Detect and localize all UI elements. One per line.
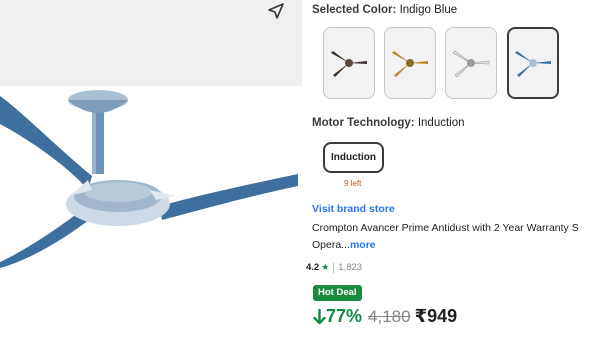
more-link[interactable]: more (350, 239, 376, 251)
star-icon: ★ (321, 262, 330, 272)
arrow-down-icon (313, 308, 326, 324)
swatch-gold[interactable] (384, 27, 436, 99)
mrp-price: 4,180 (368, 306, 411, 326)
share-arrow-icon (268, 3, 284, 19)
product-details-panel: Selected Color: Indigo Blue Motor Techno… (302, 0, 600, 338)
selected-color-label: Selected Color: (312, 4, 397, 16)
product-title-line2-text: Opera... (312, 239, 350, 251)
selected-color-row: Selected Color: Indigo Blue (312, 4, 457, 16)
motor-technology-value: Induction (417, 117, 465, 129)
motor-technology-row: Motor Technology: Induction (312, 117, 465, 129)
discount-percent: 77% (326, 306, 363, 326)
stock-note: 9 left (344, 179, 362, 188)
swatch-indigo-blue[interactable] (507, 27, 559, 99)
product-title-line1: Crompton Avancer Prime Antidust with 2 Y… (312, 222, 579, 234)
selected-color-value: Indigo Blue (399, 4, 458, 16)
fan-thumbnail-icon (392, 51, 428, 77)
visit-brand-store-link[interactable]: Visit brand store (312, 203, 395, 215)
product-title-line2: Opera...more (312, 237, 600, 254)
divider (333, 262, 335, 273)
rating-value: 4.2 (306, 262, 320, 273)
swatch-dark-brown[interactable] (323, 27, 375, 99)
hot-deal-badge: Hot Deal (313, 285, 362, 301)
fan-thumbnail-icon (515, 51, 551, 77)
fan-thumbnail-icon (331, 51, 367, 77)
rating-count: 1,823 (338, 262, 363, 273)
price-row: 77% 4,180 ₹949 (313, 306, 457, 327)
swatch-white[interactable] (445, 27, 497, 99)
share-button[interactable] (264, 0, 288, 22)
discount: 77% (313, 306, 362, 327)
product-image-panel[interactable] (0, 0, 302, 338)
selling-price: ₹949 (414, 306, 458, 326)
product-title: Crompton Avancer Prime Antidust with 2 Y… (312, 220, 600, 254)
ceiling-fan-image (0, 0, 302, 338)
motor-option-induction[interactable]: Induction (323, 142, 384, 173)
rating-row[interactable]: 4.2 ★ 1,823 (306, 262, 362, 273)
motor-technology-label: Motor Technology: (312, 117, 415, 129)
fan-thumbnail-icon (452, 50, 490, 78)
